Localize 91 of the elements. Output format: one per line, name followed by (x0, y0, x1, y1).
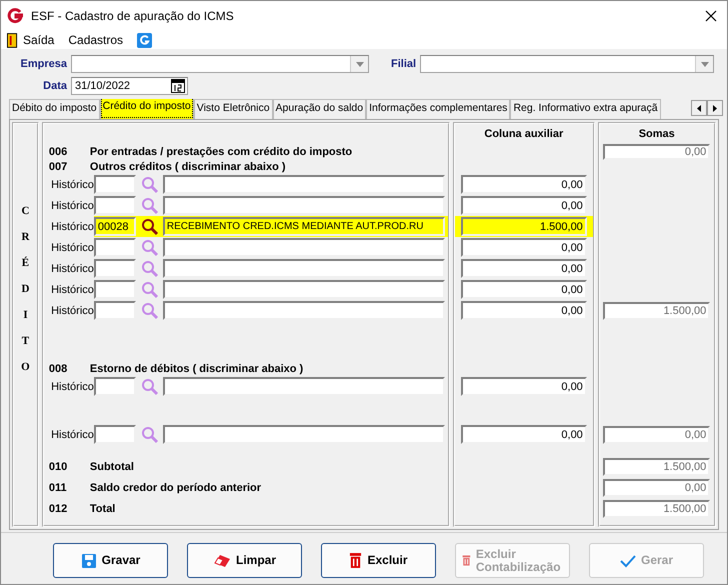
code-field[interactable] (94, 280, 136, 299)
code-field[interactable] (94, 259, 136, 278)
line-label: Por entradas / prestações com crédito do imposto (90, 146, 352, 158)
column-heading: Somas (638, 128, 676, 142)
field-label: Histórico (50, 380, 94, 392)
line-label: Total (90, 502, 116, 514)
description-field[interactable] (162, 175, 445, 194)
description-field[interactable] (162, 425, 445, 444)
calendar-icon[interactable] (171, 79, 185, 93)
search-icon[interactable] (140, 218, 159, 236)
tab[interactable]: Débito do imposto (9, 99, 100, 119)
line-label: Estorno de débitos ( discriminar abaixo ) (90, 362, 304, 374)
code-field[interactable] (94, 425, 136, 444)
action-button[interactable]: Limpar (187, 543, 302, 578)
amount-field[interactable]: 0,00 (460, 259, 587, 278)
description-field[interactable] (162, 196, 445, 215)
description-field[interactable] (162, 377, 445, 396)
code-field[interactable] (94, 196, 136, 215)
code-field[interactable] (94, 175, 136, 194)
description-field[interactable] (162, 238, 445, 257)
amount-field[interactable]: 0,00 (460, 196, 587, 215)
description-field[interactable] (162, 301, 445, 320)
company-dropdown[interactable] (71, 55, 369, 73)
amount-field[interactable]: 0,00 (460, 301, 587, 320)
line-code: 008 (48, 362, 68, 374)
description-field[interactable] (162, 280, 445, 299)
field-label: Histórico (50, 220, 94, 232)
tab[interactable]: Crédito do imposto (100, 99, 194, 119)
field-label: Histórico (50, 284, 94, 296)
column-heading: Coluna auxiliar (483, 128, 564, 142)
description-field[interactable]: RECEBIMENTO CRED.ICMS MEDIANTE AUT.PROD.RU (162, 217, 445, 236)
line-label: Saldo credor do período anterior (90, 482, 262, 494)
tab[interactable]: Visto Eletrônico (194, 99, 273, 119)
code-field[interactable] (94, 238, 136, 257)
field-label: Histórico (50, 304, 94, 316)
amount-field[interactable]: 0,00 (460, 238, 587, 257)
line-code: 011 (48, 482, 68, 494)
line-code: 006 (48, 146, 68, 158)
eraser-icon (212, 554, 231, 568)
line-label: Subtotal (90, 460, 134, 472)
description-field[interactable] (162, 259, 445, 278)
field-label: Data (42, 80, 67, 92)
sum-field: 0,00 (603, 478, 710, 496)
amount-field[interactable]: 0,00 (460, 377, 587, 396)
amount-field[interactable]: 1.500,00 (460, 217, 587, 236)
menu-item[interactable]: Cadastros (68, 33, 124, 47)
field-label: Filial (391, 58, 416, 70)
line-label: Outros créditos ( discriminar abaixo ) (90, 160, 286, 172)
code-field[interactable]: 00028 (94, 217, 136, 236)
amount-field[interactable]: 0,00 (460, 425, 587, 444)
app-logo-icon (7, 8, 23, 24)
field-label: Histórico (50, 262, 94, 274)
scroll-left-button[interactable] (691, 100, 707, 116)
trash-icon (349, 552, 362, 569)
vertical-label: CRÉDITO (20, 204, 31, 375)
line-code: 012 (48, 502, 68, 514)
field-label: Histórico (50, 200, 94, 212)
action-button[interactable]: Gravar (53, 543, 168, 578)
window-title: ESF - Cadastro de apuração do ICMS (31, 9, 235, 23)
tab[interactable]: Apuração do saldo (272, 99, 366, 119)
left-arrow-icon (697, 104, 701, 112)
field-label: Histórico (50, 428, 94, 440)
sum-field: 1.500,00 (603, 302, 710, 320)
date-field[interactable]: 31/10/2022 (71, 77, 188, 95)
branch-dropdown[interactable] (420, 55, 714, 73)
tab[interactable]: Reg. Informativo extra apuraçã (510, 99, 661, 119)
line-code: 010 (48, 460, 68, 472)
exit-icon (7, 32, 18, 48)
sum-field: 1.500,00 (603, 458, 710, 476)
save-icon (80, 552, 97, 568)
code-field[interactable] (94, 301, 136, 320)
line-code: 007 (48, 160, 68, 172)
field-label: Histórico (50, 242, 94, 254)
action-button[interactable]: Excluir (321, 543, 436, 578)
dropdown-arrow-icon (356, 62, 364, 66)
field-label: Empresa (20, 58, 67, 70)
sum-field: 1.500,00 (603, 500, 710, 518)
dropdown-arrow-icon (700, 62, 709, 66)
tab[interactable]: Informações complementares (366, 99, 510, 119)
sum-field: 0,00 (603, 426, 710, 444)
right-arrow-icon (713, 104, 717, 112)
close-icon[interactable] (705, 10, 717, 22)
amount-field[interactable]: 0,00 (460, 280, 587, 299)
sum-field: 0,00 (603, 144, 710, 160)
code-field[interactable] (94, 377, 136, 396)
field-label: Histórico (50, 178, 94, 190)
logo-icon[interactable] (137, 32, 152, 48)
menu-item[interactable]: Saída (7, 32, 54, 48)
scroll-right-button[interactable] (707, 100, 723, 116)
check-icon (620, 554, 636, 568)
amount-field[interactable]: 0,00 (460, 175, 587, 194)
